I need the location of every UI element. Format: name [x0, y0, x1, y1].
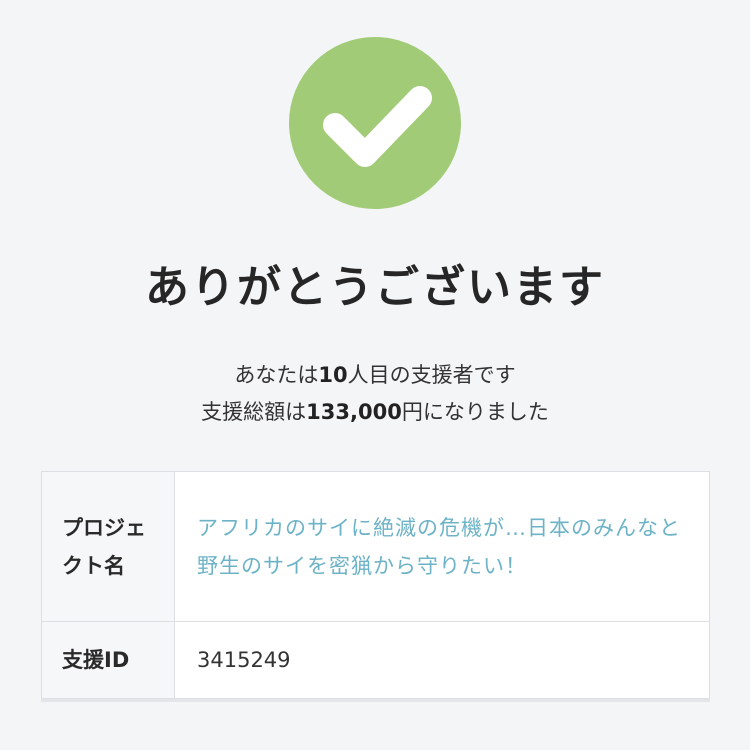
message-text: 支援総額は — [201, 400, 307, 424]
checkmark-icon — [323, 86, 432, 167]
total-amount-message: 支援総額は133,000円になりました — [0, 397, 750, 427]
support-id-row: 支援ID 3415249 — [42, 622, 709, 698]
success-checkmark-icon — [289, 37, 461, 209]
project-label: プロジェクト名 — [42, 472, 175, 621]
message-text: 人目の支援者です — [347, 363, 516, 387]
message-text: あなたは — [234, 363, 319, 387]
support-complete-page: ありがとうございます あなたは10人目の支援者です 支援総額は133,000円に… — [0, 0, 750, 750]
message-text: 円になりました — [401, 400, 549, 424]
support-id-value: 3415249 — [175, 622, 709, 698]
project-value: アフリカのサイに絶滅の危機が…日本のみんなと野生のサイを密猟から守りたい！ — [175, 472, 709, 621]
supporter-count: 10 — [318, 363, 348, 387]
page-title: ありがとうございます — [145, 262, 605, 313]
supporter-count-message: あなたは10人目の支援者です — [0, 360, 750, 390]
total-amount: 133,000 — [306, 400, 402, 424]
project-link[interactable]: アフリカのサイに絶滅の危機が…日本のみんなと野生のサイを密猟から守りたい！ — [197, 509, 687, 585]
support-id: 3415249 — [197, 648, 291, 672]
support-id-label: 支援ID — [42, 622, 175, 698]
support-details-table: プロジェクト名 アフリカのサイに絶滅の危機が…日本のみんなと野生のサイを密猟から… — [41, 471, 710, 699]
project-row: プロジェクト名 アフリカのサイに絶滅の危機が…日本のみんなと野生のサイを密猟から… — [42, 472, 709, 622]
